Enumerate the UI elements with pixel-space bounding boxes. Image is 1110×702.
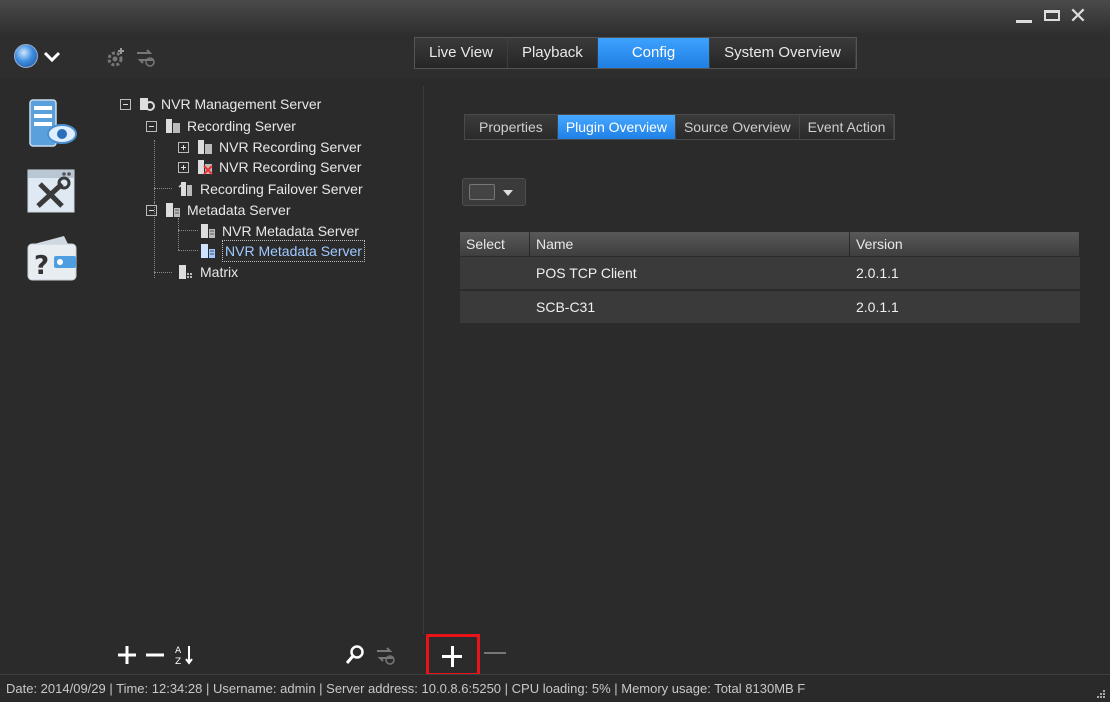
tree-connector [154,272,172,273]
tree-node-nvr-recording-server-2[interactable]: NVR Recording Server [178,157,361,177]
tree-node-label: Metadata Server [187,202,291,218]
metadata-server-icon [166,203,180,217]
expand-icon[interactable] [178,161,189,173]
svg-text:?: ? [34,251,49,281]
svg-text:A: A [175,646,182,656]
status-text: Date: 2014/09/29 | Time: 12:34:28 | User… [6,681,806,696]
add-plugin-button[interactable] [426,634,480,676]
config-content: Properties Plugin Overview Source Overvi… [426,86,1110,676]
failover-server-icon [178,182,192,196]
plugin-action-dropdown[interactable] [462,178,526,206]
minimize-icon [1016,20,1032,23]
collapse-icon[interactable] [146,204,157,216]
tree-connector [178,218,179,250]
recording-server-icon [166,119,180,133]
server-tree: NVR Management Server Recording Server N… [104,86,424,634]
tree-node-label: Matrix [200,264,239,280]
globe-icon[interactable] [14,44,38,68]
tree-node-label: Recording Server [187,118,296,134]
tab-event-action[interactable]: Event Action [799,115,895,139]
maximize-button[interactable] [1040,6,1064,26]
sort-az-icon[interactable]: A Z [174,643,196,667]
column-header-name[interactable]: Name [530,232,850,256]
matrix-icon [179,265,192,279]
tree-node-nvr-management-server[interactable]: NVR Management Server [120,94,321,114]
gear-icon[interactable] [106,46,128,68]
close-button[interactable]: ✕ [1066,3,1090,28]
tab-properties[interactable]: Properties [465,115,558,139]
tree-node-metadata-server[interactable]: Metadata Server [146,200,291,220]
tools-icon[interactable] [24,164,80,220]
version-cell: 2.0.1.1 [856,265,899,281]
column-header-select[interactable]: Select [460,232,530,256]
title-bar: ✕ [0,0,1110,34]
recording-server-icon [198,140,212,154]
name-cell: POS TCP Client [536,265,637,281]
help-wallet-icon[interactable]: ? [24,232,80,288]
tree-node-label: NVR Metadata Server [222,240,365,262]
tree-node-nvr-metadata-server-2[interactable]: NVR Metadata Server [200,240,365,262]
select-cell[interactable] [460,257,530,289]
tree-toolbar: A Z [104,634,426,674]
sync-icon[interactable] [134,47,156,67]
table-row[interactable]: SCB-C31 2.0.1.1 [460,291,1080,324]
metadata-server-icon [201,244,215,258]
tab-playback[interactable]: Playback [507,38,598,68]
tree-node-label: NVR Metadata Server [222,223,359,239]
top-tab-bar: Live View Playback Config System Overvie… [414,37,857,69]
config-sub-tabs: Properties Plugin Overview Source Overvi… [464,114,896,140]
expand-icon[interactable] [178,141,189,153]
tab-system-overview[interactable]: System Overview [710,38,856,68]
table-row[interactable]: POS TCP Client 2.0.1.1 [460,257,1080,290]
tree-node-recording-server[interactable]: Recording Server [146,116,296,136]
minimize-button[interactable] [1012,6,1036,26]
tree-node-label: NVR Management Server [161,96,322,112]
version-cell: 2.0.1.1 [856,299,899,315]
tree-node-label: Recording Failover Server [200,181,363,197]
collapse-icon[interactable] [146,120,157,132]
add-node-button[interactable] [116,644,138,666]
resize-grip-icon[interactable] [1096,689,1106,699]
main-toolbar: Live View Playback Config System Overvie… [0,34,1110,78]
tree-connector [154,140,155,208]
plus-icon [450,646,454,667]
tree-node-recording-failover-server[interactable]: Recording Failover Server [178,179,363,199]
tab-live-view[interactable]: Live View [415,38,508,68]
nvr-config-window: ✕ Live View Playback Config System Overv… [0,0,1110,702]
search-icon[interactable] [344,644,366,666]
svg-text:Z: Z [175,657,181,667]
column-header-version[interactable]: Version [850,232,1080,256]
tree-node-nvr-recording-server-1[interactable]: NVR Recording Server [178,137,361,157]
name-cell: SCB-C31 [536,299,596,315]
select-all-icon [469,184,495,200]
sync-icon[interactable] [374,645,396,665]
server-monitor-icon[interactable] [24,96,80,152]
tree-node-label: NVR Recording Server [219,159,362,175]
metadata-server-icon [201,224,215,238]
left-icon-rail: ? [0,78,102,662]
select-cell[interactable] [460,291,530,323]
remove-node-button[interactable] [144,644,166,666]
remove-plugin-button[interactable] [484,652,506,654]
tree-connector [178,230,198,231]
tab-source-overview[interactable]: Source Overview [675,115,800,139]
chevron-down-icon[interactable] [42,46,62,66]
management-server-icon [140,98,155,111]
tree-node-label: NVR Recording Server [219,139,362,155]
close-icon: ✕ [1068,3,1088,28]
tree-node-nvr-metadata-server-1[interactable]: NVR Metadata Server [200,221,359,241]
chevron-down-icon [503,190,513,196]
tree-connector [154,188,172,189]
maximize-icon [1044,10,1060,21]
tree-node-matrix[interactable]: Matrix [178,262,238,282]
tab-plugin-overview[interactable]: Plugin Overview [557,115,676,139]
tree-connector [178,250,198,251]
status-bar: Date: 2014/09/29 | Time: 12:34:28 | User… [0,674,1110,702]
recording-server-error-icon [198,160,213,175]
collapse-icon[interactable] [120,98,131,110]
tab-config[interactable]: Config [597,38,711,68]
